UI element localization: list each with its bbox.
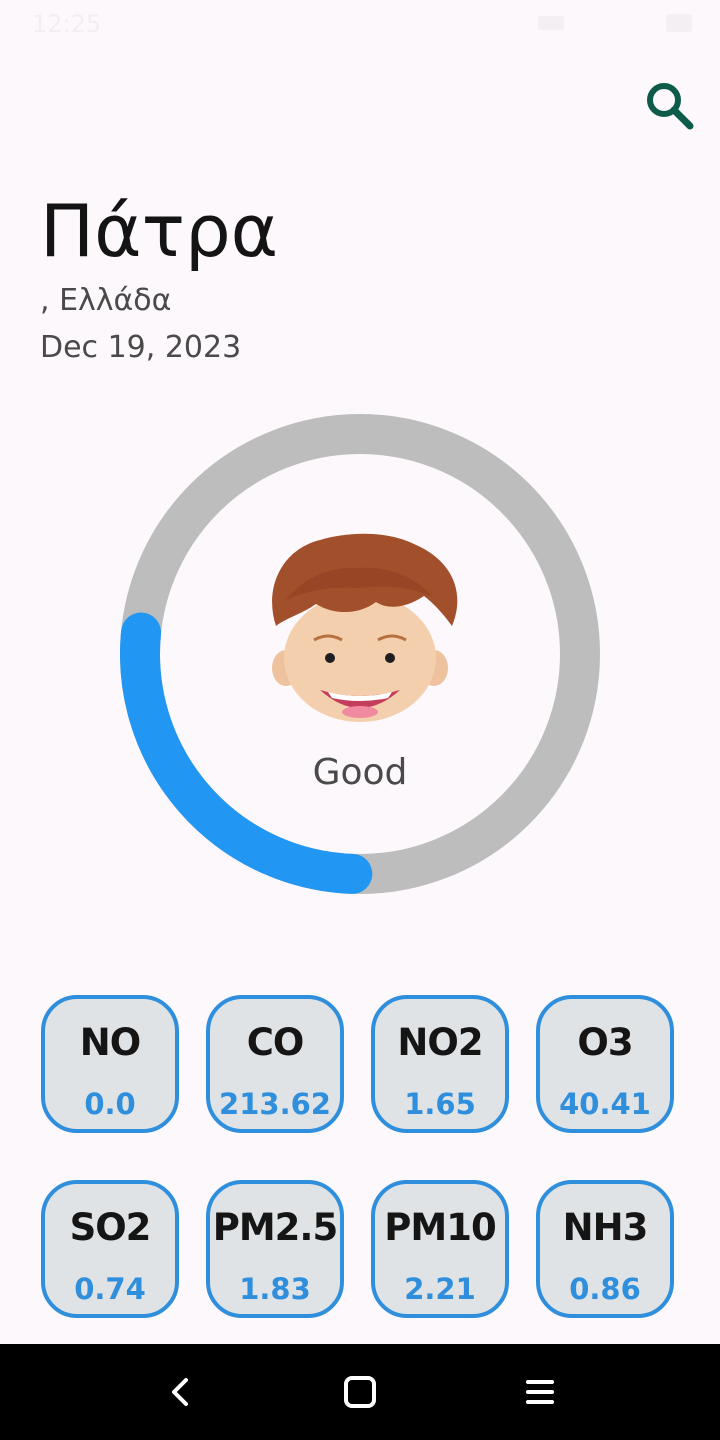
- aqi-status-label: Good: [312, 752, 408, 793]
- pollutant-name: NO2: [397, 1021, 483, 1064]
- pollutant-card-no[interactable]: NO 0.0: [41, 995, 179, 1133]
- pollutant-value: 0.86: [569, 1272, 641, 1306]
- pollutant-card-no2[interactable]: NO2 1.65: [371, 995, 509, 1133]
- date-label: Dec 19, 2023: [40, 330, 242, 365]
- city-title: Πάτρα: [40, 189, 279, 273]
- search-button[interactable]: [640, 76, 700, 136]
- status-icons: [538, 14, 692, 32]
- pollutant-value: 0.0: [84, 1087, 136, 1121]
- pollutant-card-pm10[interactable]: PM10 2.21: [371, 1180, 509, 1318]
- pollutant-card-co[interactable]: CO 213.62: [206, 995, 344, 1133]
- search-icon: [647, 83, 694, 130]
- pollutant-card-pm25[interactable]: PM2.5 1.83: [206, 1180, 344, 1318]
- status-bar: 12:25: [0, 0, 720, 48]
- pollutant-name: PM10: [384, 1206, 496, 1249]
- pollutant-card-o3[interactable]: O3 40.41: [536, 995, 674, 1133]
- pollutant-name: NH3: [562, 1206, 649, 1249]
- happy-face-icon: [272, 533, 458, 722]
- pollutant-value: 0.74: [74, 1272, 146, 1306]
- pollutant-name: PM2.5: [212, 1206, 338, 1249]
- home-button[interactable]: [330, 1362, 390, 1422]
- pollutant-value: 40.41: [559, 1087, 651, 1121]
- pollutant-name: O3: [577, 1021, 633, 1064]
- status-time: 12:25: [32, 10, 102, 38]
- back-icon: [172, 1378, 188, 1406]
- home-icon: [344, 1376, 376, 1408]
- pollutant-name: CO: [246, 1021, 305, 1064]
- country-label: , Ελλάδα: [40, 283, 172, 318]
- pollutant-card-nh3[interactable]: NH3 0.86: [536, 1180, 674, 1318]
- pollutant-value: 2.21: [404, 1272, 476, 1306]
- back-button[interactable]: [150, 1362, 210, 1422]
- pollutant-value: 1.65: [404, 1087, 476, 1121]
- pollutant-card-so2[interactable]: SO2 0.74: [41, 1180, 179, 1318]
- pollutant-name: NO: [79, 1021, 141, 1064]
- recents-button[interactable]: [510, 1362, 570, 1422]
- navigation-bar: [0, 1344, 720, 1440]
- pollutant-name: SO2: [69, 1206, 152, 1249]
- pollutant-value: 213.62: [219, 1087, 331, 1121]
- recents-icon: [526, 1380, 554, 1404]
- pollutant-value: 1.83: [239, 1272, 311, 1306]
